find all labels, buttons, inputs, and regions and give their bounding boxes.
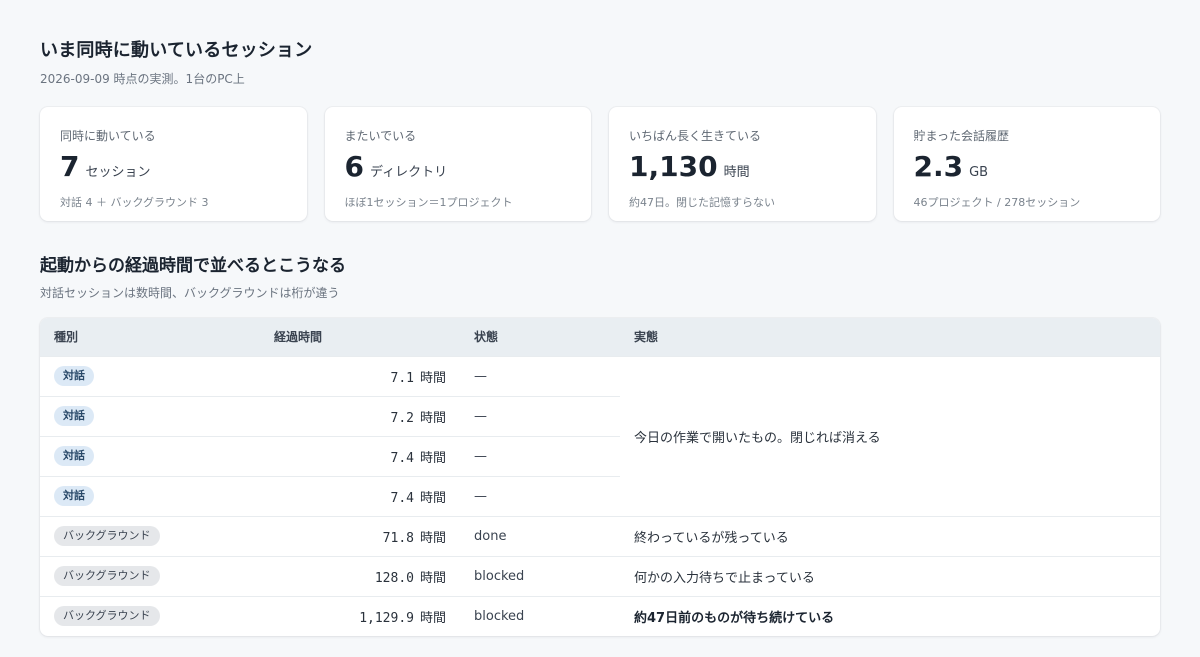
table-row: 対話 7.1 時間 — 今日の作業で開いたもの。閉じれば消える	[40, 355, 1160, 516]
elapsed-value: 1,129.9	[359, 610, 414, 626]
kind-badge: 対話	[54, 366, 94, 386]
state-cell: —	[460, 355, 620, 396]
stat-cards: 同時に動いている 7 セッション 対話 4 ＋ バックグラウンド 3 またいでい…	[40, 107, 1160, 221]
kind-badge: 対話	[54, 406, 94, 426]
stat-card-label: 貯まった会話履歴	[913, 129, 1010, 143]
reality-cell-highlight: 約47日前のものが待ち続けている	[620, 595, 1160, 636]
table-row: バックグラウンド 128.0 時間 blocked 何かの入力待ちで止まっている	[40, 555, 1160, 596]
stat-card-note: 46プロジェクト / 278セッション	[913, 196, 1081, 209]
column-header-state: 状態	[474, 330, 499, 345]
elapsed-value: 7.1	[390, 370, 414, 386]
stat-card-value: 1,130	[629, 150, 718, 183]
page-title: いま同時に動いているセッション	[40, 40, 313, 61]
table-row: バックグラウンド 71.8 時間 done 終わっているが残っている	[40, 515, 1160, 556]
stat-card-note: 対話 4 ＋ バックグラウンド 3	[60, 196, 209, 209]
reality-cell-merged: 今日の作業で開いたもの。閉じれば消える	[620, 355, 1160, 516]
state-cell: done	[460, 515, 620, 556]
stat-card-label: いちばん長く生きている	[629, 129, 762, 143]
state-cell: —	[460, 395, 620, 436]
kind-badge: 対話	[54, 446, 94, 466]
state-cell: —	[460, 475, 620, 516]
kind-badge: バックグラウンド	[54, 606, 160, 627]
section-title: 起動からの経過時間で並べるとこうなる	[40, 256, 346, 276]
elapsed-unit: 時間	[419, 370, 446, 386]
reality-cell: 何かの入力待ちで止まっている	[620, 555, 1160, 596]
elapsed-value: 128.0	[374, 570, 414, 586]
elapsed-value: 7.4	[390, 490, 414, 506]
stat-card-value: 2.3	[913, 150, 964, 183]
stat-card-longest: いちばん長く生きている 1,130 時間 約47日。閉じた記憶すらない	[609, 107, 876, 221]
elapsed-value: 71.8	[382, 530, 414, 546]
stat-card-note: ほぼ1セッション＝1プロジェクト	[344, 196, 513, 209]
stat-card-label: 同時に動いている	[60, 129, 156, 143]
stat-card-directories: またいでいる 6 ディレクトリ ほぼ1セッション＝1プロジェクト	[324, 107, 591, 221]
stat-card-unit: ディレクトリ	[369, 165, 448, 180]
elapsed-unit: 時間	[419, 410, 446, 426]
column-header-kind: 種別	[54, 330, 79, 345]
stat-card-concurrent: 同時に動いている 7 セッション 対話 4 ＋ バックグラウンド 3	[40, 107, 307, 221]
stat-card-label: またいでいる	[344, 129, 417, 143]
column-header-elapsed: 経過時間	[274, 330, 323, 345]
state-cell: blocked	[460, 595, 620, 636]
page-subtitle: 2026-09-09 時点の実測。1台のPC上	[40, 72, 245, 86]
table-row: バックグラウンド 1,129.9 時間 blocked 約47日前のものが待ち続け…	[40, 595, 1160, 636]
kind-badge: バックグラウンド	[54, 566, 160, 586]
elapsed-unit: 時間	[419, 570, 446, 586]
stat-card-value: 7	[60, 150, 80, 183]
sessions-table: 種別 経過時間 状態 実態 対話 7.1 時間 — 今日の作業で開いたもの。閉じれ…	[40, 318, 1160, 636]
kind-badge: バックグラウンド	[54, 526, 160, 546]
table-header-row: 種別 経過時間 状態 実態	[40, 318, 1160, 356]
stat-card-unit: 時間	[723, 165, 750, 180]
state-cell: blocked	[460, 555, 620, 596]
stat-card-unit: セッション	[85, 165, 151, 180]
page: いま同時に動いているセッション 2026-09-09 時点の実測。1台のPC上 …	[40, 36, 1160, 636]
elapsed-unit: 時間	[419, 530, 446, 546]
reality-cell: 終わっているが残っている	[620, 515, 1160, 556]
state-cell: —	[460, 435, 620, 476]
elapsed-unit: 時間	[419, 490, 446, 506]
sessions-table-card: 種別 経過時間 状態 実態 対話 7.1 時間 — 今日の作業で開いたもの。閉じれ…	[40, 318, 1160, 636]
section-subtitle: 対話セッションは数時間、バックグラウンドは桁が違う	[40, 286, 340, 300]
stat-card-note: 約47日。閉じた記憶すらない	[629, 196, 775, 209]
elapsed-unit: 時間	[419, 450, 446, 466]
stat-card-history: 貯まった会話履歴 2.3 GB 46プロジェクト / 278セッション	[893, 107, 1160, 221]
column-header-reality: 実態	[634, 330, 659, 345]
elapsed-value: 7.2	[390, 410, 414, 426]
elapsed-value: 7.4	[390, 450, 414, 466]
stat-card-value: 6	[344, 150, 364, 183]
elapsed-unit: 時間	[419, 610, 446, 626]
kind-badge: 対話	[54, 486, 94, 506]
stat-card-unit: GB	[969, 165, 989, 180]
